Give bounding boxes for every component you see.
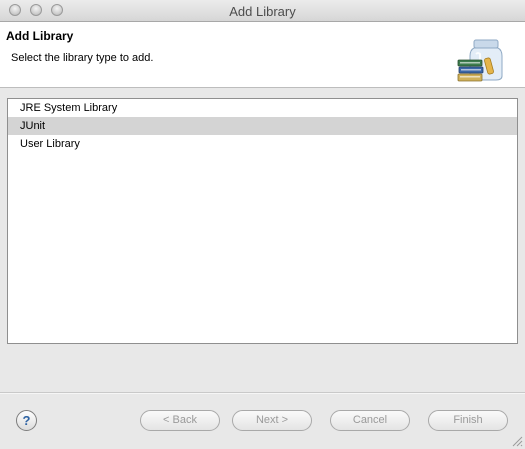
wizard-header: Add Library Select the library type to a…	[0, 22, 525, 88]
list-item[interactable]: JUnit	[8, 117, 517, 135]
finish-button[interactable]: Finish	[428, 410, 508, 431]
list-item[interactable]: JRE System Library	[8, 99, 517, 117]
add-library-dialog: Add Library Add Library Select the libra…	[0, 0, 525, 449]
library-type-list[interactable]: JRE System Library JUnit User Library	[7, 98, 518, 344]
footer-separator	[0, 392, 525, 394]
page-title: Add Library	[6, 29, 74, 43]
library-jar-icon	[457, 39, 503, 82]
cancel-button[interactable]: Cancel	[330, 410, 410, 431]
window-title: Add Library	[229, 4, 296, 19]
back-button[interactable]: < Back	[140, 410, 220, 431]
page-description: Select the library type to add.	[11, 52, 154, 64]
next-button[interactable]: Next >	[232, 410, 312, 431]
title-bar[interactable]: Add Library	[0, 0, 525, 22]
resize-grip-icon[interactable]	[512, 436, 523, 447]
list-item[interactable]: User Library	[8, 135, 517, 153]
help-button[interactable]: ?	[16, 410, 37, 431]
